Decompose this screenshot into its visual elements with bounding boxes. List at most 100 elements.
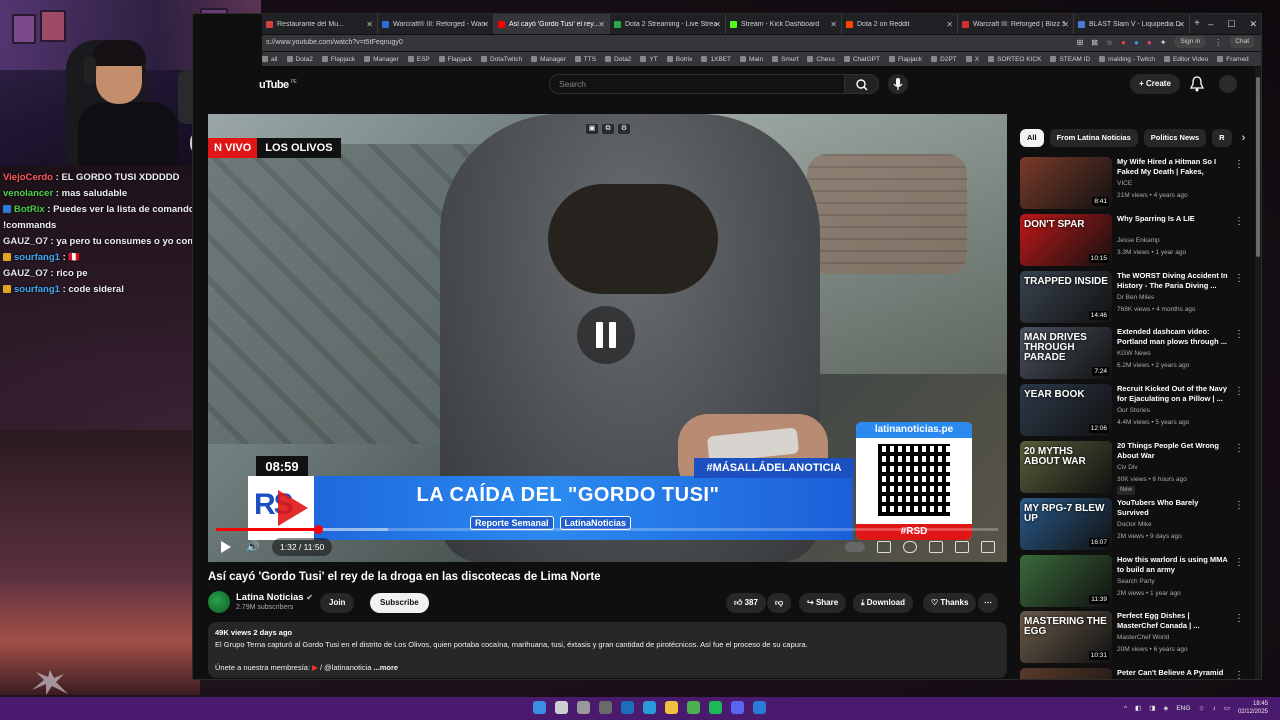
speaker-icon[interactable]: ♪ [1213,705,1216,712]
video-thumbnail[interactable]: 20 MYTHS ABOUT WAR [1020,440,1112,493]
browser-tab[interactable]: Dota 2 Streaming - Live Stream...✕ [610,14,726,34]
account-avatar[interactable] [1219,75,1237,93]
subscribe-button[interactable]: Subscribe [370,593,429,613]
captions-icon[interactable] [877,541,891,553]
extension-icon[interactable]: ● [1134,38,1139,47]
youtube-logo[interactable]: uTube PE [259,79,297,91]
bookmark-star-icon[interactable]: ☆ [1106,38,1113,47]
recommended-video[interactable]: TRAPPED INSIDE 14:46 The WORST Diving Acci… [1020,270,1250,328]
browser-tab[interactable]: Warcraft III: Reforged | Blizz Stor...✕ [958,14,1074,34]
taskbar-app-icon[interactable] [533,701,546,714]
taskbar-app-icon[interactable] [643,701,656,714]
browser-tab[interactable]: BLAST Slam V - Liquipedia Dota...✕ [1074,14,1190,34]
video-thumbnail[interactable]: YEAR BOOK 12:06 [1020,384,1112,437]
taskbar-app-icon[interactable] [687,701,700,714]
bookmark-item[interactable]: X [965,56,979,63]
tab-close-icon[interactable]: ✕ [1178,20,1185,29]
taskbar-app-icon[interactable] [577,701,590,714]
search-input[interactable]: Search [549,74,845,94]
new-tab-icon[interactable]: + [1190,14,1204,34]
filter-chip[interactable]: From Latina Noticias [1049,129,1138,147]
bookmark-item[interactable]: ChatGPT [843,56,880,63]
scrollbar-thumb[interactable] [1256,77,1260,257]
bookmark-item[interactable]: Framed [1217,56,1249,63]
more-options-icon[interactable]: ⋮ [1234,329,1244,340]
search-button[interactable] [845,74,879,94]
video-thumbnail[interactable] [1020,668,1112,679]
chevron-right-icon[interactable]: › [1238,129,1250,149]
sign-in-button[interactable]: Sign in [1174,36,1207,48]
create-button[interactable]: + Create [1130,74,1180,94]
bookmark-item[interactable]: ESP [407,56,430,63]
install-icon[interactable]: ⊞ [1077,38,1084,47]
tab-close-icon[interactable]: ✕ [714,20,721,29]
clock[interactable]: 18:45 02/12/2025 [1238,700,1268,716]
more-options-icon[interactable]: ⋮ [1234,557,1244,568]
video-thumbnail[interactable]: TRAPPED INSIDE 14:46 [1020,270,1112,323]
bookmark-item[interactable]: SORTEO KICK [988,56,1041,63]
channel-avatar[interactable] [208,591,230,613]
show-more-link[interactable]: ...more [374,663,399,672]
tray-app-icon[interactable]: ◨ [1149,704,1155,712]
more-options-icon[interactable]: ⋮ [1234,670,1244,679]
filter-chip[interactable]: Politics News [1143,129,1207,147]
bookmark-item[interactable]: malding - Twitch [1099,56,1155,63]
taskbar-app-icon[interactable] [621,701,634,714]
cast-icon[interactable] [955,541,969,553]
tab-close-icon[interactable]: ✕ [946,20,953,29]
recommended-video[interactable]: YEAR BOOK 12:06 Recruit Kicked Out of the … [1020,384,1250,441]
more-options-icon[interactable]: ⋮ [1234,443,1244,454]
fullscreen-icon[interactable] [981,541,995,553]
taskbar-app-icon[interactable] [709,701,722,714]
bookmark-item[interactable]: Botrix [666,56,692,63]
progress-scrubber[interactable] [313,525,323,534]
tab-close-icon[interactable]: ✕ [482,20,489,29]
bookmark-item[interactable]: DotaTwitch [480,56,522,63]
recommended-video[interactable]: MASTERING THE EGG 10:31 Perfect Egg Dishes… [1020,611,1250,668]
description-box[interactable]: 49K views 2 days ago El Grupo Terna capt… [208,622,1007,678]
bookmark-item[interactable]: Main [739,56,763,63]
taskbar-app-icon[interactable] [599,701,612,714]
tray-app-icon[interactable]: ◧ [1135,704,1141,712]
close-icon[interactable]: ✕ [1249,14,1257,34]
tab-close-icon[interactable]: ✕ [598,20,605,29]
extensions-puzzle-icon[interactable]: ✦ [1160,38,1167,47]
notifications-bell-icon[interactable] [1189,75,1205,93]
wifi-icon[interactable]: ⌔ [1198,704,1204,713]
channel-handle-link[interactable]: / @latinanoticia [320,663,371,672]
extension-icon[interactable]: ● [1121,38,1126,47]
bookmark-item[interactable]: STEAM ID [1050,56,1090,63]
video-thumbnail[interactable]: MASTERING THE EGG 10:31 [1020,611,1112,664]
more-options-icon[interactable]: ⋮ [1234,273,1244,284]
more-options-icon[interactable]: ⋮ [1234,386,1244,397]
filter-chip[interactable]: R [1212,129,1232,147]
autoplay-toggle[interactable] [845,542,865,552]
recommended-video[interactable]: 20 MYTHS ABOUT WAR 20 Things People Get W… [1020,440,1250,498]
tray-app-icon[interactable]: ◈ [1163,704,1168,712]
maximize-icon[interactable]: ☐ [1227,14,1235,34]
more-actions-icon[interactable]: ⋯ [978,593,998,613]
progress-bar[interactable] [216,525,998,534]
bookmark-item[interactable]: Chess [807,56,835,63]
bookmark-item[interactable]: ail [262,56,278,63]
more-options-icon[interactable]: ⋮ [1234,500,1244,511]
recommended-video[interactable]: MY RPG-7 BLEW UP 16:07 YouTubers Who Barel… [1020,497,1250,555]
tab-close-icon[interactable]: ✕ [1062,20,1069,29]
menu-icon[interactable]: ⋮ [1214,38,1222,47]
thanks-button[interactable]: ♡ Thanks [923,593,977,613]
voice-search-button[interactable] [888,74,908,94]
translate-icon[interactable]: ⊠ [1091,38,1098,47]
video-thumbnail[interactable]: 8:41 [1020,157,1112,209]
url-field[interactable]: s://www.youtube.com/watch?v=t5tFeqnugy0 [262,37,982,49]
tab-close-icon[interactable]: ✕ [830,20,837,29]
extension-icon[interactable]: ● [1147,38,1152,47]
bookmark-item[interactable]: Flapjack [888,56,922,63]
bookmark-item[interactable]: Smurf [772,56,798,63]
taskbar-app-icon[interactable] [731,701,744,714]
tab-close-icon[interactable]: ✕ [366,20,373,29]
page-scrollbar[interactable] [1255,67,1261,679]
taskbar-app-icon[interactable] [665,701,678,714]
download-button[interactable]: ⤓ Download [853,593,913,613]
settings-gear-icon[interactable] [903,541,917,553]
bookmark-item[interactable]: Editor Video [1163,56,1208,63]
